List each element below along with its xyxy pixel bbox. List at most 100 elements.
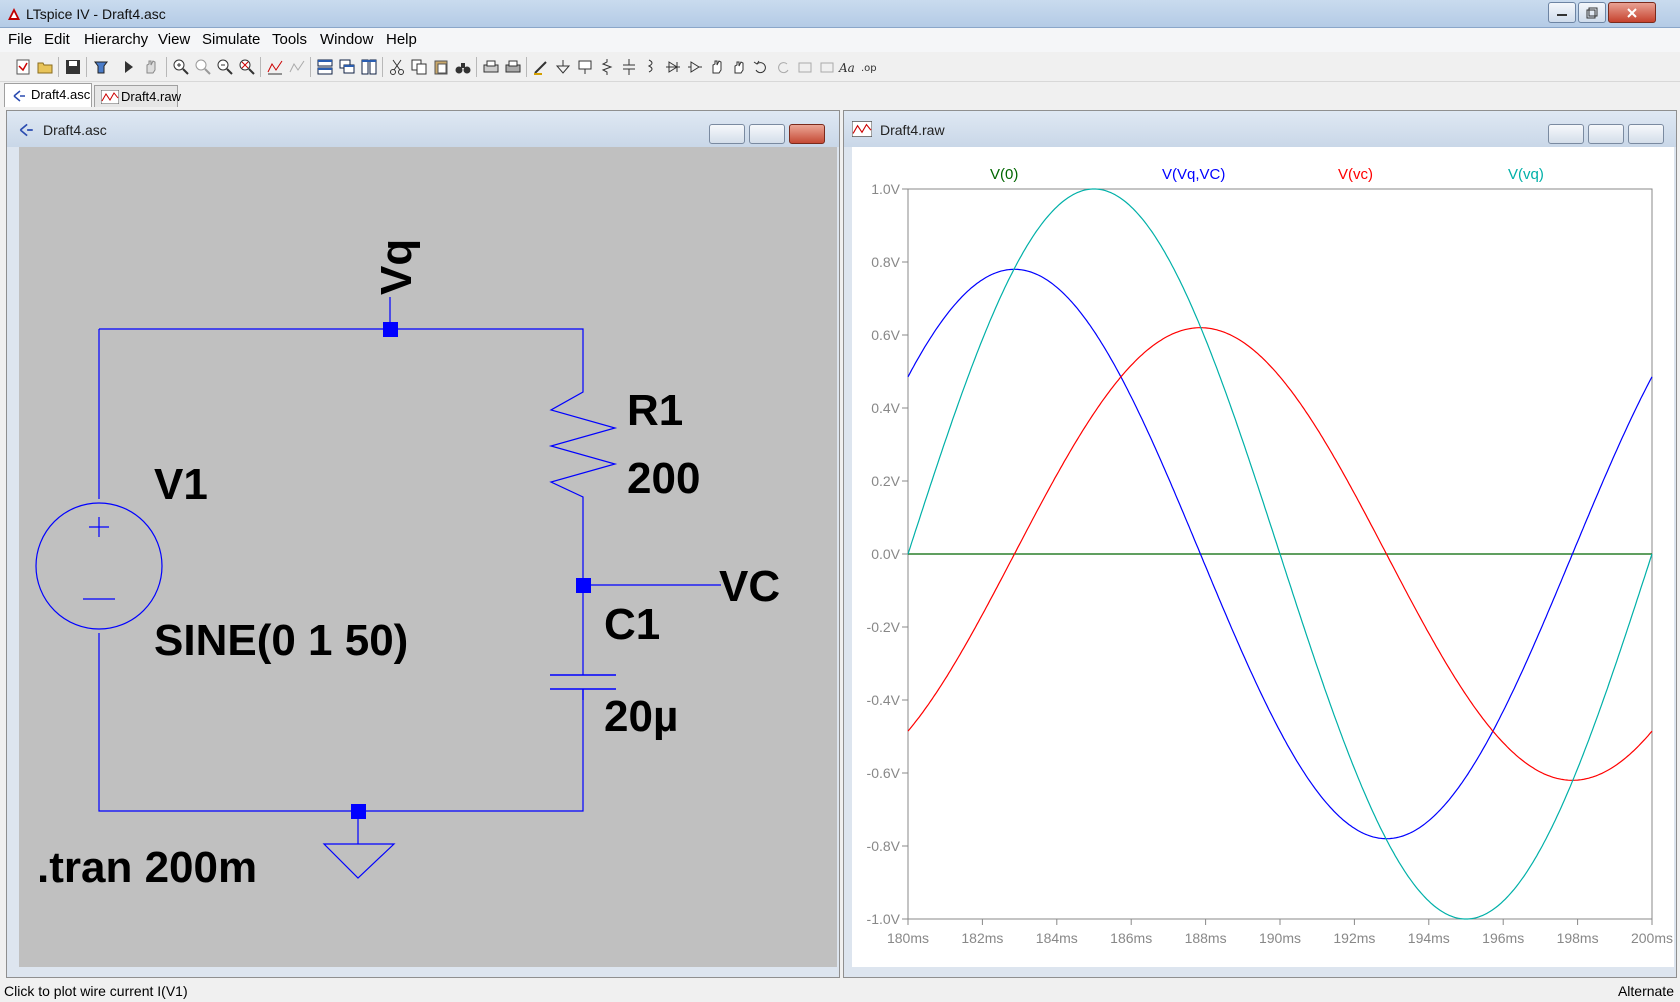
- legend-label[interactable]: V(vq): [1508, 166, 1544, 183]
- minimize-icon: [1557, 13, 1567, 16]
- close-button[interactable]: [1608, 2, 1656, 23]
- cut-icon[interactable]: [388, 58, 406, 76]
- find-icon[interactable]: [454, 58, 472, 76]
- status-message: Click to plot wire current I(V1): [4, 983, 188, 999]
- menu-help[interactable]: Help: [386, 31, 417, 48]
- control-panel-icon[interactable]: [92, 58, 110, 76]
- move-hand-icon[interactable]: [708, 58, 726, 76]
- resistor-r1: [548, 378, 618, 509]
- source-v1-value: SINE(0 1 50): [154, 616, 408, 665]
- toolbar-separator: [58, 57, 59, 77]
- tab-label: Draft4.asc: [31, 87, 91, 102]
- waveform-close-button[interactable]: [1628, 124, 1664, 144]
- drag-hand-icon[interactable]: [730, 58, 748, 76]
- schematic-close-button[interactable]: [789, 124, 825, 144]
- toolbar-separator: [86, 57, 87, 77]
- rotate-icon[interactable]: [796, 58, 814, 76]
- tab-draft4-raw[interactable]: Draft4.raw: [94, 85, 181, 107]
- x-tick-label: 180ms: [887, 930, 929, 946]
- menu-simulate[interactable]: Simulate: [202, 31, 260, 48]
- delete-traces-icon[interactable]: [288, 58, 306, 76]
- menu-hierarchy[interactable]: Hierarchy: [84, 31, 148, 48]
- legend-label[interactable]: V(0): [990, 166, 1018, 183]
- undo-icon[interactable]: [752, 58, 770, 76]
- schematic-window-titlebar: Draft4.asc: [7, 111, 839, 147]
- waveform-window: Draft4.raw 1.0V 0.8V 0.6V 0.4V 0.2V 0.0V -0.2V…: [843, 110, 1677, 978]
- halt-hand-icon[interactable]: [142, 58, 160, 76]
- y-tick-label: 0.2V: [871, 473, 900, 489]
- waveform-minimize-button[interactable]: [1548, 124, 1584, 144]
- print-preview-icon[interactable]: [482, 58, 500, 76]
- waveform-maximize-button[interactable]: [1588, 124, 1624, 144]
- menu-tools[interactable]: Tools: [272, 31, 307, 48]
- restore-button[interactable]: [1578, 2, 1606, 23]
- ground-symbol: [322, 843, 396, 879]
- schematic-window: Draft4.asc Vq R1 200 V1 SINE(0 1 50) VC …: [6, 110, 840, 978]
- copy-icon[interactable]: [410, 58, 428, 76]
- wire-top: [99, 328, 584, 378]
- y-tick-label: -0.8V: [867, 838, 901, 854]
- resistor-icon[interactable]: [598, 58, 616, 76]
- zoom-fit-icon[interactable]: [238, 58, 256, 76]
- run-icon[interactable]: [120, 58, 138, 76]
- x-tick-label: 188ms: [1185, 930, 1227, 946]
- legend-label[interactable]: V(Vq,VC): [1162, 166, 1225, 183]
- waveform-window-titlebar: Draft4.raw: [844, 111, 1676, 147]
- mirror-icon[interactable]: [818, 58, 836, 76]
- tile-horizontal-icon[interactable]: [316, 58, 334, 76]
- menu-window[interactable]: Window: [320, 31, 373, 48]
- pan-icon[interactable]: [194, 58, 212, 76]
- ltspice-logo-icon: [8, 8, 20, 20]
- draw-wire-icon[interactable]: [532, 58, 550, 76]
- diode-icon[interactable]: [664, 58, 682, 76]
- legend-label[interactable]: V(vc): [1338, 166, 1373, 183]
- component-icon[interactable]: [686, 58, 704, 76]
- redo-icon[interactable]: [774, 58, 792, 76]
- waveform-plot-area[interactable]: 1.0V 0.8V 0.6V 0.4V 0.2V 0.0V -0.2V -0.4V -0.6V -…: [852, 147, 1674, 967]
- x-tick-label: 198ms: [1557, 930, 1599, 946]
- schematic-window-title: Draft4.asc: [43, 122, 107, 138]
- open-folder-icon[interactable]: [36, 58, 54, 76]
- capacitor-icon[interactable]: [620, 58, 638, 76]
- net-label-vc: VC: [719, 562, 780, 611]
- window-title: LTspice IV - Draft4.asc: [26, 6, 166, 22]
- schematic-maximize-button[interactable]: [749, 124, 785, 144]
- source-v1-name: V1: [154, 460, 208, 509]
- schematic-canvas[interactable]: Vq R1 200 V1 SINE(0 1 50) VC C1 20µ .tra…: [19, 147, 837, 967]
- save-icon[interactable]: [64, 58, 82, 76]
- new-schematic-icon[interactable]: [14, 58, 32, 76]
- spice-directive-icon[interactable]: .op: [860, 58, 880, 76]
- schematic-minimize-button[interactable]: [709, 124, 745, 144]
- menu-view[interactable]: View: [158, 31, 190, 48]
- inductor-icon[interactable]: [642, 58, 660, 76]
- zoom-in-icon[interactable]: [172, 58, 190, 76]
- x-tick-label: 184ms: [1036, 930, 1078, 946]
- toolbar-separator: [526, 57, 527, 77]
- print-icon[interactable]: [504, 58, 522, 76]
- paste-icon[interactable]: [432, 58, 450, 76]
- tab-label: Draft4.raw: [121, 89, 181, 104]
- close-icon: [1627, 7, 1637, 18]
- tab-draft4-asc[interactable]: Draft4.asc: [4, 83, 92, 107]
- toolbar-separator: [382, 57, 383, 77]
- schematic-icon: [13, 90, 25, 102]
- status-mode: Alternate: [1617, 983, 1674, 999]
- tile-vertical-icon[interactable]: [360, 58, 378, 76]
- cascade-windows-icon[interactable]: [338, 58, 356, 76]
- ground-icon[interactable]: [554, 58, 572, 76]
- waveform-icon: [852, 121, 872, 137]
- minimize-button[interactable]: [1548, 2, 1576, 23]
- menu-file[interactable]: File: [8, 31, 32, 48]
- svg-text:Aa: Aa: [838, 61, 855, 75]
- x-tick-label: 190ms: [1259, 930, 1301, 946]
- y-tick-label: -0.4V: [867, 692, 901, 708]
- menu-edit[interactable]: Edit: [44, 31, 70, 48]
- zoom-out-icon[interactable]: [216, 58, 234, 76]
- y-tick-label: 0.8V: [871, 254, 900, 270]
- autorange-icon[interactable]: [266, 58, 284, 76]
- waveform-icon: [101, 90, 119, 104]
- y-tick-label: -0.2V: [867, 619, 901, 635]
- text-icon[interactable]: Aa: [838, 58, 858, 76]
- junction-gnd: [351, 804, 366, 819]
- label-net-icon[interactable]: [576, 58, 594, 76]
